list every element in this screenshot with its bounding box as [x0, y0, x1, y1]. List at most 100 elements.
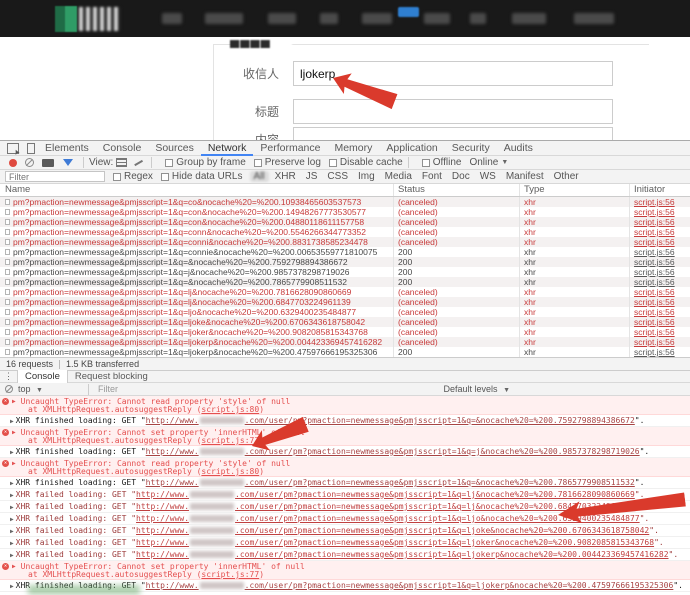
- initiator-link[interactable]: script.js:56: [634, 287, 675, 297]
- expand-triangle-icon[interactable]: ▶: [10, 504, 14, 511]
- devtools-tab-performance[interactable]: Performance: [253, 141, 327, 156]
- expand-triangle-icon[interactable]: ▶: [10, 480, 14, 487]
- network-filter-input[interactable]: [5, 171, 105, 182]
- network-request-row[interactable]: pm?pmaction=newmessage&pmjsscript=1&q=co…: [0, 197, 690, 207]
- type-chip-other[interactable]: Other: [550, 171, 583, 182]
- expand-triangle-icon[interactable]: ▶: [10, 418, 14, 425]
- request-url-link[interactable]: http://www..com/user/pm?pmaction=newmess…: [136, 526, 649, 535]
- censored-nav-item[interactable]: [268, 13, 296, 24]
- type-chip-js[interactable]: JS: [302, 171, 322, 182]
- expand-triangle-icon[interactable]: ▶: [10, 449, 14, 456]
- censored-nav-item[interactable]: [470, 13, 486, 24]
- expand-triangle-icon[interactable]: ▶: [10, 528, 14, 535]
- type-chip-all[interactable]: All: [250, 171, 269, 182]
- source-link[interactable]: script.js:77: [201, 570, 259, 579]
- devtools-tab-elements[interactable]: Elements: [38, 141, 96, 156]
- network-request-row[interactable]: pm?pmaction=newmessage&pmjsscript=1&q=co…: [0, 247, 690, 257]
- filmstrip-icon[interactable]: [42, 159, 54, 167]
- censored-nav-item[interactable]: [424, 13, 450, 24]
- initiator-link[interactable]: script.js:56: [634, 337, 675, 347]
- censored-nav-item[interactable]: [574, 13, 614, 24]
- initiator-link[interactable]: script.js:56: [634, 307, 675, 317]
- initiator-link[interactable]: script.js:56: [634, 297, 675, 307]
- view-waterfall-icon[interactable]: [133, 158, 143, 167]
- network-request-row[interactable]: pm?pmaction=newmessage&pmjsscript=1&q=co…: [0, 227, 690, 237]
- type-chip-img[interactable]: Img: [354, 171, 379, 182]
- request-url-link[interactable]: http://www..com/user/pm?pmaction=newmess…: [146, 447, 640, 456]
- drawer-menu-icon[interactable]: ⋮: [4, 371, 13, 382]
- censored-nav-item[interactable]: [162, 13, 182, 24]
- network-request-row[interactable]: pm?pmaction=newmessage&pmjsscript=1&q=co…: [0, 237, 690, 247]
- network-request-row[interactable]: pm?pmaction=newmessage&pmjsscript=1&q=lj…: [0, 307, 690, 317]
- title-input[interactable]: [293, 99, 613, 124]
- network-request-row[interactable]: pm?pmaction=newmessage&pmjsscript=1&q=lj…: [0, 327, 690, 337]
- preserve-log-checkbox[interactable]: [254, 159, 262, 167]
- initiator-link[interactable]: script.js:56: [634, 197, 675, 207]
- record-icon[interactable]: [9, 159, 17, 167]
- network-request-row[interactable]: pm?pmaction=newmessage&pmjsscript=1&q=lj…: [0, 347, 690, 357]
- source-link[interactable]: script.js:80: [201, 405, 259, 414]
- regex-checkbox[interactable]: [113, 173, 121, 181]
- censored-nav-item[interactable]: [320, 13, 338, 24]
- inspect-element-icon[interactable]: [7, 143, 19, 154]
- type-chip-xhr[interactable]: XHR: [271, 171, 300, 182]
- devtools-tab-memory[interactable]: Memory: [327, 141, 379, 156]
- expand-triangle-icon[interactable]: ▶: [12, 427, 16, 438]
- expand-triangle-icon[interactable]: ▶: [10, 583, 14, 590]
- initiator-link[interactable]: script.js:56: [634, 217, 675, 227]
- request-url-link[interactable]: http://www..com/user/pm?pmaction=newmess…: [136, 538, 654, 547]
- devtools-tab-application[interactable]: Application: [379, 141, 444, 156]
- initiator-link[interactable]: script.js:56: [634, 247, 675, 257]
- type-chip-font[interactable]: Font: [418, 171, 446, 182]
- expand-triangle-icon[interactable]: ▶: [10, 516, 14, 523]
- initiator-link[interactable]: script.js:56: [634, 317, 675, 327]
- disable-cache-checkbox[interactable]: [329, 159, 337, 167]
- type-chip-doc[interactable]: Doc: [448, 171, 474, 182]
- view-grid-icon[interactable]: [116, 158, 127, 167]
- console-levels-select[interactable]: Default levels ▼: [444, 384, 510, 394]
- initiator-link[interactable]: script.js:56: [634, 277, 675, 287]
- site-logo-icon[interactable]: [55, 6, 77, 32]
- devtools-tab-sources[interactable]: Sources: [148, 141, 201, 156]
- type-chip-css[interactable]: CSS: [323, 171, 352, 182]
- request-url-link[interactable]: http://www..com/user/pm?pmaction=newmess…: [146, 478, 635, 487]
- request-url-link[interactable]: http://www..com/user/pm?pmaction=newmess…: [146, 581, 674, 590]
- column-header-name[interactable]: Name: [0, 184, 394, 196]
- filter-funnel-icon[interactable]: [63, 159, 73, 166]
- expand-triangle-icon[interactable]: ▶: [10, 540, 14, 547]
- initiator-link[interactable]: script.js:56: [634, 347, 675, 357]
- type-chip-manifest[interactable]: Manifest: [502, 171, 548, 182]
- devtools-tab-network[interactable]: Network: [201, 141, 254, 156]
- network-request-row[interactable]: pm?pmaction=newmessage&pmjsscript=1&q=co…: [0, 217, 690, 227]
- device-toolbar-icon[interactable]: [27, 143, 35, 154]
- hide-data-urls-checkbox[interactable]: [161, 173, 169, 181]
- expand-triangle-icon[interactable]: ▶: [10, 552, 14, 559]
- devtools-tab-audits[interactable]: Audits: [497, 141, 540, 156]
- devtools-tab-console[interactable]: Console: [96, 141, 149, 156]
- expand-triangle-icon[interactable]: ▶: [10, 492, 14, 499]
- drawer-tab-console[interactable]: Console: [17, 370, 68, 383]
- column-header-status[interactable]: Status: [394, 184, 520, 196]
- censored-nav-item[interactable]: [512, 13, 546, 24]
- offline-checkbox[interactable]: [422, 159, 430, 167]
- throttling-select[interactable]: Online: [469, 157, 498, 168]
- request-url-link[interactable]: http://www..com/user/pm?pmaction=newmess…: [136, 490, 635, 499]
- clear-icon[interactable]: [25, 158, 34, 167]
- network-request-row[interactable]: pm?pmaction=newmessage&pmjsscript=1&q=lj…: [0, 317, 690, 327]
- site-logo-text[interactable]: [79, 7, 121, 31]
- clear-console-icon[interactable]: [5, 385, 13, 393]
- request-url-link[interactable]: http://www..com/user/pm?pmaction=newmess…: [146, 416, 635, 425]
- network-request-row[interactable]: pm?pmaction=newmessage&pmjsscript=1&q=lj…: [0, 287, 690, 297]
- network-request-row[interactable]: pm?pmaction=newmessage&pmjsscript=1&q=&n…: [0, 257, 690, 267]
- group-by-frame-checkbox[interactable]: [165, 159, 173, 167]
- network-request-row[interactable]: pm?pmaction=newmessage&pmjsscript=1&q=co…: [0, 207, 690, 217]
- censored-nav-item[interactable]: [205, 13, 243, 24]
- expand-triangle-icon[interactable]: ▶: [12, 458, 16, 469]
- network-request-row[interactable]: pm?pmaction=newmessage&pmjsscript=1&q=lj…: [0, 337, 690, 347]
- initiator-link[interactable]: script.js:56: [634, 327, 675, 337]
- console-filter-input[interactable]: Filter: [98, 384, 118, 394]
- drawer-tab-request-blocking[interactable]: Request blocking: [68, 370, 155, 383]
- network-request-row[interactable]: pm?pmaction=newmessage&pmjsscript=1&q=lj…: [0, 297, 690, 307]
- initiator-link[interactable]: script.js:56: [634, 267, 675, 277]
- console-context-select[interactable]: top ▼: [18, 384, 43, 394]
